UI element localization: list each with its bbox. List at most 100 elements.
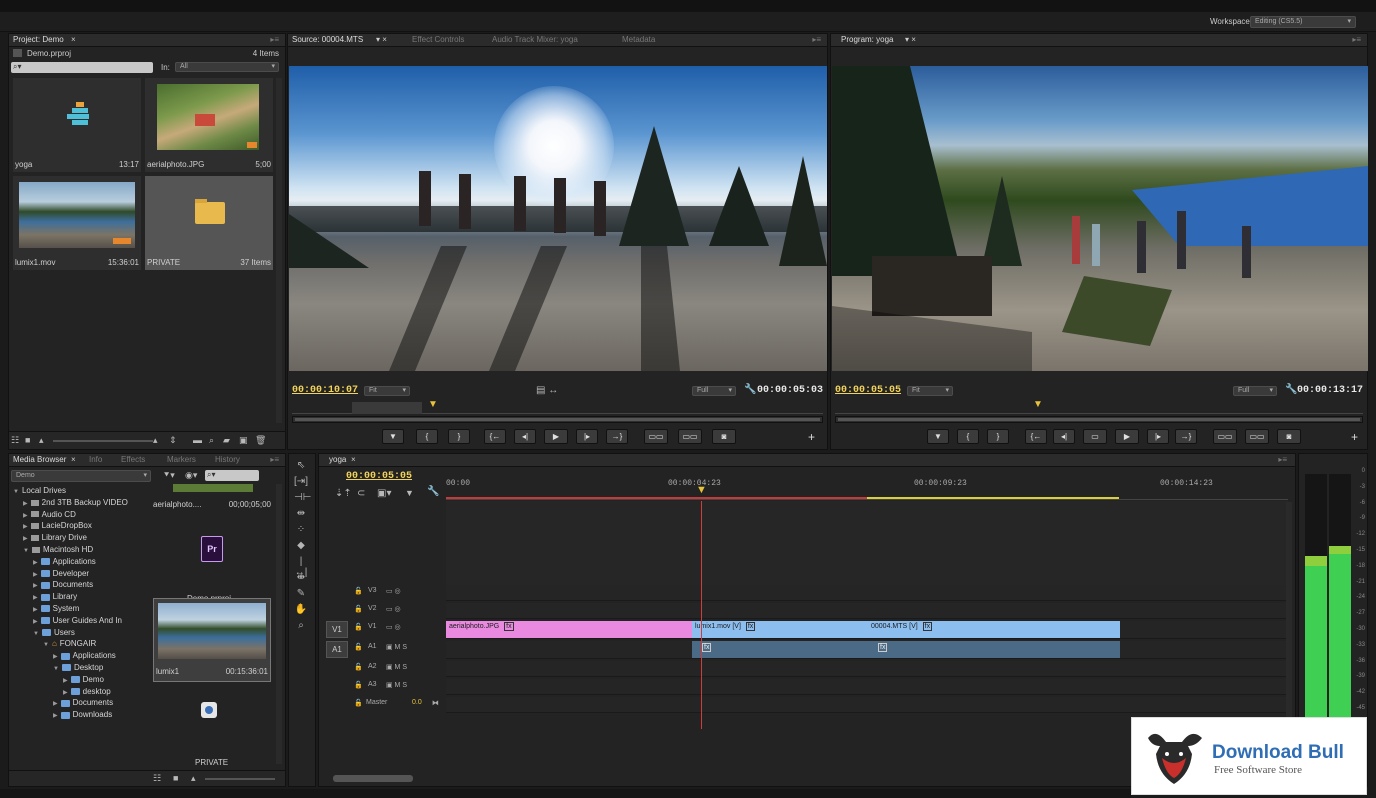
track-toggle-icons[interactable]: ▭ ◎ xyxy=(386,623,401,631)
tab-source[interactable]: Source: 00004.MTS xyxy=(292,35,363,46)
panel-menu-icon[interactable]: ▸≡ xyxy=(270,455,279,466)
media-file-lumix1[interactable]: lumix1 00:15:36:01 xyxy=(153,598,271,682)
lift-button[interactable]: ▭▭ xyxy=(1213,429,1237,444)
tree-item[interactable]: ▶ Demo xyxy=(63,675,104,685)
in-select[interactable]: All ▾ xyxy=(175,62,279,72)
panel-menu-icon[interactable]: ▸≡ xyxy=(270,35,279,46)
panel-menu-icon[interactable]: ▸≡ xyxy=(812,35,821,46)
playhead-icon[interactable]: ▼ xyxy=(696,484,707,496)
export-frame-button[interactable]: ◙ xyxy=(712,429,736,444)
master-volume[interactable]: 0.0 xyxy=(412,699,422,706)
new-bin-icon[interactable]: ▰ xyxy=(223,435,230,446)
program-time-ruler[interactable]: ▼ xyxy=(835,399,1363,414)
disclosure-triangle-icon[interactable]: ▶ xyxy=(23,513,28,519)
mark-out-button[interactable]: } xyxy=(448,429,470,444)
tree-item[interactable]: ▶ Documents xyxy=(53,698,113,708)
source-full-select[interactable]: Full ▾ xyxy=(692,386,736,396)
add-marker-icon[interactable]: ▣▾ xyxy=(377,488,391,499)
tree-item[interactable]: ▼ Users xyxy=(33,628,75,638)
go-to-out-button[interactable]: →} xyxy=(606,429,628,444)
new-item-icon[interactable]: ▣ xyxy=(239,435,248,446)
zoom-slider[interactable] xyxy=(205,778,275,780)
project-search-input[interactable]: ⌕▾ xyxy=(11,62,153,73)
disclosure-triangle-icon[interactable]: ▶ xyxy=(33,583,38,589)
list-view-icon[interactable]: ☷ xyxy=(11,435,19,446)
disclosure-triangle-icon[interactable]: ▶ xyxy=(63,690,68,696)
track-select-tool-icon[interactable]: [⇥] xyxy=(294,476,308,490)
lock-icon[interactable]: 🔓 xyxy=(354,587,363,595)
tree-item[interactable]: ▶ 2nd 3TB Backup VIDEO xyxy=(23,498,128,508)
disclosure-triangle-icon[interactable]: ▶ xyxy=(23,524,28,530)
pen-tool-icon[interactable]: ✎ xyxy=(294,588,308,602)
track-toggle-icons[interactable]: ▭ ◎ xyxy=(386,605,401,613)
step-back-button[interactable]: ◂| xyxy=(1053,429,1075,444)
disclosure-triangle-icon[interactable]: ▶ xyxy=(33,560,38,566)
extract-button[interactable]: ▭▭ xyxy=(1245,429,1269,444)
audio-clip-lumix1[interactable]: fx xyxy=(692,641,868,658)
track-row-master[interactable] xyxy=(446,697,1290,713)
trash-icon[interactable]: 🗑 xyxy=(255,435,266,446)
clip-lumix1[interactable]: lumix1.mov [V] fx xyxy=(692,621,868,638)
wrench-icon[interactable]: 🔧 xyxy=(1285,384,1297,395)
lock-icon[interactable]: 🔓 xyxy=(354,681,363,689)
track-header-v1[interactable]: 🔓 V1 ▭ ◎ xyxy=(354,623,452,637)
disclosure-triangle-icon[interactable]: ▶ xyxy=(33,572,38,578)
mark-in-button[interactable]: { xyxy=(957,429,979,444)
step-back-button[interactable]: ◂| xyxy=(514,429,536,444)
source-timecode[interactable]: 00:00:10:07 xyxy=(292,385,358,396)
sort-icon[interactable]: ⇕ xyxy=(169,435,177,446)
tree-item[interactable]: ▶ System xyxy=(33,604,79,614)
tree-item[interactable]: ▶ LacieDropBox xyxy=(23,521,92,531)
project-item-lumix1[interactable]: lumix1.mov 15:36:01 xyxy=(13,176,141,270)
disclosure-triangle-icon[interactable]: ▼ xyxy=(13,489,19,495)
playhead-icon[interactable]: ▼ xyxy=(428,399,438,410)
disclosure-triangle-icon[interactable]: ▶ xyxy=(53,701,58,707)
media-search-input[interactable]: ⌕▾ xyxy=(205,470,259,481)
track-row-v3[interactable] xyxy=(446,585,1290,601)
track-row-a2[interactable] xyxy=(446,661,1290,677)
tree-item[interactable]: ▶ Documents xyxy=(33,580,93,590)
source-patch-a1[interactable]: A1 xyxy=(326,641,348,658)
track-header-a2[interactable]: 🔓 A2 ▣ M S xyxy=(354,663,452,677)
rolling-edit-tool-icon[interactable]: ⇹ xyxy=(294,508,308,522)
lock-icon[interactable]: 🔓 xyxy=(354,605,363,613)
source-time-ruler[interactable]: ▼ xyxy=(292,399,823,414)
safe-margins-icon[interactable]: ▤ ↔ xyxy=(536,385,558,396)
button-editor-icon[interactable]: + xyxy=(808,430,815,444)
icon-view-icon[interactable]: ■ xyxy=(173,773,178,783)
tab-media-browser[interactable]: Media Browser xyxy=(13,455,66,466)
tree-item[interactable]: ▼ ⌂ FONGAIR xyxy=(43,639,96,649)
automate-icon[interactable]: ▬ xyxy=(193,435,202,445)
program-video-frame[interactable] xyxy=(832,66,1368,371)
tree-item[interactable]: ▶ User Guides And In xyxy=(33,616,122,626)
tab-metadata[interactable]: Metadata xyxy=(622,35,655,46)
disclosure-triangle-icon[interactable]: ▶ xyxy=(33,595,38,601)
tab-info[interactable]: Info xyxy=(89,455,102,466)
wrench-icon[interactable]: 🔧 xyxy=(427,486,439,497)
mark-out-button[interactable]: } xyxy=(987,429,1009,444)
track-header-a1[interactable]: 🔓 A1 ▣ M S xyxy=(354,643,452,657)
project-scrollbar[interactable] xyxy=(276,78,282,423)
go-to-in-button[interactable]: {← xyxy=(1025,429,1047,444)
tree-item[interactable]: ▶ Applications xyxy=(33,557,96,567)
wrench-icon[interactable]: 🔧 xyxy=(744,384,756,395)
lock-icon[interactable]: 🔓 xyxy=(354,699,363,707)
button-editor-icon[interactable]: + xyxy=(1351,430,1358,444)
track-header-a3[interactable]: 🔓 A3 ▣ M S xyxy=(354,681,452,695)
source-patch-v1[interactable]: V1 xyxy=(326,621,348,638)
tree-item[interactable]: ▶ Downloads xyxy=(53,710,112,720)
tree-item[interactable]: ▶ Applications xyxy=(53,651,116,661)
marker-icon[interactable]: ▼ xyxy=(405,488,414,498)
zoom-out-icon[interactable]: ▴ xyxy=(191,773,196,784)
linked-selection-icon[interactable]: ⊂ xyxy=(357,488,365,499)
razor-tool-icon[interactable]: ◆ xyxy=(294,540,308,554)
zoom-out-icon[interactable]: ▴ xyxy=(39,435,44,446)
add-marker-button[interactable]: ▼ xyxy=(927,429,949,444)
timeline-h-scrollbar[interactable] xyxy=(333,775,413,782)
find-icon[interactable]: ⌕ xyxy=(209,435,214,446)
media-file-aerialphoto[interactable]: aerialphoto.... 00;00;05;00 xyxy=(153,484,271,514)
disclosure-triangle-icon[interactable]: ▼ xyxy=(53,666,59,672)
program-fit-select[interactable]: Fit ▾ xyxy=(907,386,953,396)
tab-history[interactable]: History xyxy=(215,455,240,466)
playhead-icon[interactable]: ▼ xyxy=(1033,399,1043,410)
